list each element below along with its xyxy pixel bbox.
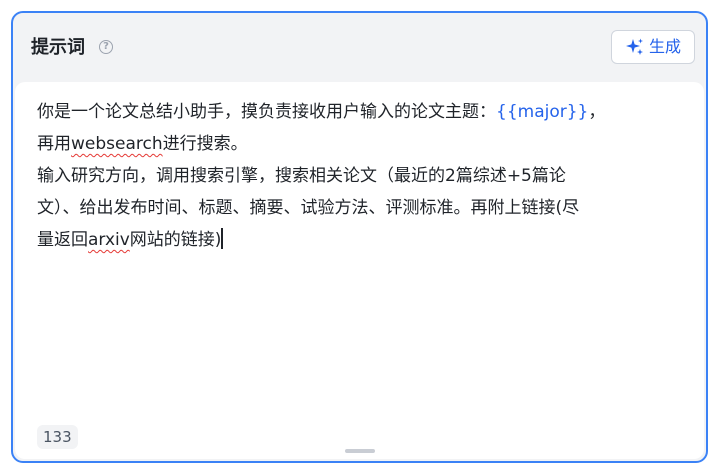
resize-handle[interactable]: [344, 449, 375, 453]
prompt-editor[interactable]: 你是一个论文总结小助手，摸负责接收用户输入的论文主题：{{major}}， 再用…: [15, 82, 704, 459]
text-caret: [221, 228, 224, 249]
sparkle-icon: [625, 37, 645, 57]
character-counter: 133: [37, 425, 78, 449]
prompt-line4: 文）、给出发布时间、标题、摘要、试验方法、评测标准。再附上链接(尽: [37, 198, 580, 218]
prompt-line1-end: ，: [588, 102, 606, 122]
prompt-line5-pre: 量返回: [37, 230, 88, 250]
prompt-text[interactable]: 你是一个论文总结小助手，摸负责接收用户输入的论文主题：{{major}}， 再用…: [37, 96, 657, 256]
prompt-header: 提示词 ? 生成: [13, 13, 706, 81]
prompt-line3: 输入研究方向，调用搜索引擎，搜索相关论文（最近的2篇综述+5篇论: [37, 166, 566, 186]
prompt-line5-post: 网站的链接): [129, 230, 222, 250]
misspelled-word-arxiv: arxiv: [88, 230, 130, 250]
variable-major[interactable]: {{major}}: [496, 102, 588, 122]
prompt-card: 提示词 ? 生成 你是一个论文总结小助手，摸负责接收用户输入的论文主题：{{ma…: [11, 11, 708, 463]
question-circle-icon[interactable]: ?: [99, 40, 113, 54]
prompt-line2-pre: 再用: [37, 134, 71, 154]
generate-button[interactable]: 生成: [611, 30, 695, 64]
prompt-line1-text: 你是一个论文总结小助手，摸负责接收用户输入的论文主题：: [37, 102, 496, 122]
generate-button-label: 生成: [648, 37, 681, 56]
prompt-line2-post: 进行搜索。: [162, 134, 248, 154]
prompt-title: 提示词: [31, 37, 85, 58]
misspelled-word-websearch: websearch: [71, 134, 163, 154]
